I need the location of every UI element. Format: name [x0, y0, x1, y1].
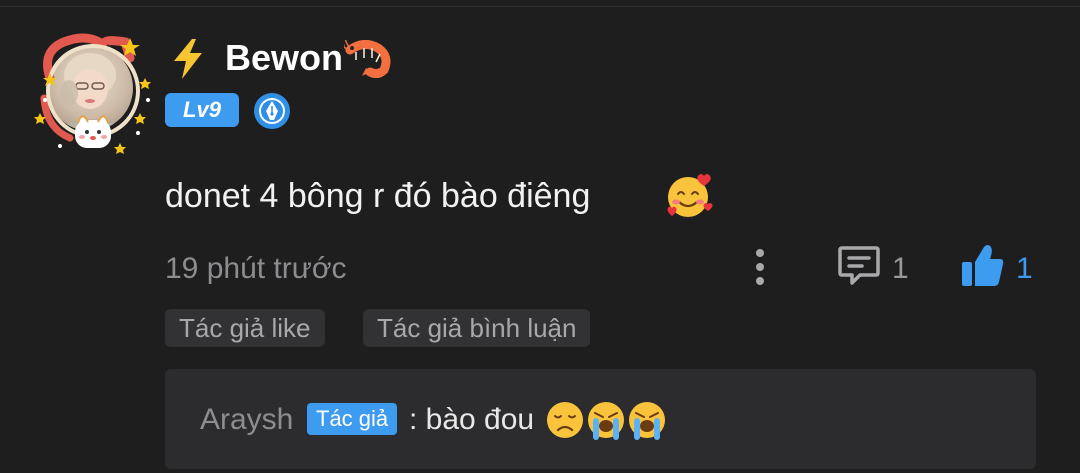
disappointed-face-emoji	[547, 402, 583, 438]
comment-item: Bewon Lv9 donet 4 bông r đó bào điêng 19…	[0, 0, 1080, 473]
author-liked-tag: Tác giả like	[165, 309, 325, 347]
reply-count: 1	[892, 252, 909, 285]
timestamp: 19 phút trước	[165, 252, 347, 285]
reply-author-name[interactable]: Araysh	[200, 401, 293, 439]
lightning-bolt-icon	[174, 39, 202, 79]
smiling-face-with-hearts-emoji	[667, 174, 713, 217]
reply-preview[interactable]: Araysh Tác giả : bào đou	[165, 369, 1036, 469]
avatar-frame-icon	[34, 33, 151, 154]
comment-bubble-icon[interactable]	[836, 243, 882, 289]
loudly-crying-face-emoji	[588, 402, 624, 440]
reply-text: : bào đou	[409, 403, 535, 436]
comment-text: donet 4 bông r đó bào điêng	[165, 177, 591, 215]
author-badge: Tác giả	[307, 403, 398, 435]
like-count: 1	[1016, 252, 1033, 285]
pen-nib-badge-icon	[254, 93, 290, 129]
loudly-crying-face-emoji	[629, 402, 665, 440]
shrimp-icon	[344, 40, 391, 78]
divider	[0, 6, 1080, 7]
username[interactable]: Bewon	[225, 36, 343, 80]
avatar[interactable]	[30, 28, 156, 154]
vertical-dots-icon[interactable]	[745, 245, 775, 289]
thumbs-up-icon[interactable]	[958, 243, 1006, 289]
reply-emojis	[547, 402, 665, 440]
level-badge: Lv9	[165, 93, 239, 127]
author-commented-tag: Tác giả bình luận	[363, 309, 591, 347]
